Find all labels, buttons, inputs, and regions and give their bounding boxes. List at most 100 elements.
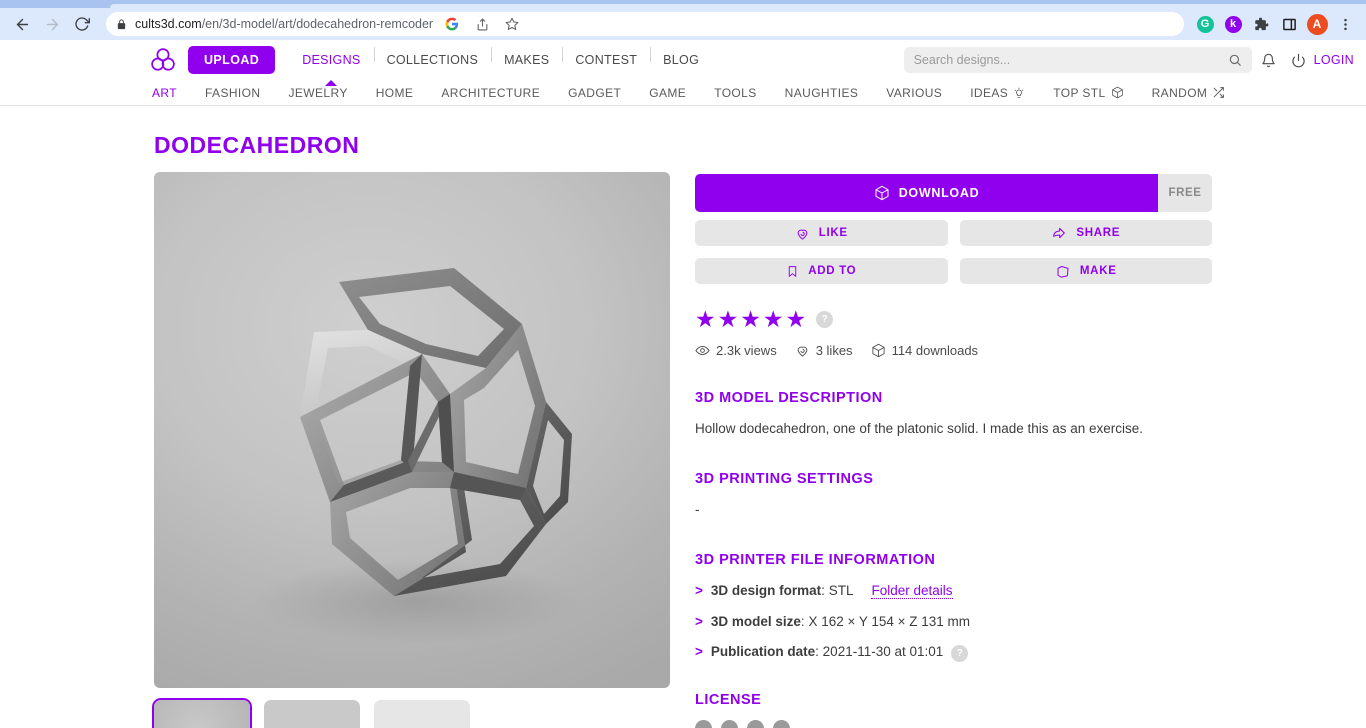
browser-toolbar: cults3d.com/en/3d-model/art/dodecahedron… — [0, 8, 1366, 40]
eye-icon — [695, 343, 710, 358]
category-ideas[interactable]: IDEAS — [956, 86, 1039, 100]
search-input[interactable] — [913, 53, 1228, 67]
category-random[interactable]: RANDOM — [1138, 86, 1240, 100]
back-button[interactable] — [8, 10, 36, 38]
folder-details-link[interactable]: Folder details — [871, 583, 953, 599]
star-icon[interactable]: ★ — [695, 308, 716, 331]
share-label: SHARE — [1076, 227, 1121, 239]
site-header: UPLOAD DESIGNS COLLECTIONS MAKES CONTEST… — [0, 40, 1366, 80]
category-gadget[interactable]: GADGET — [554, 86, 635, 100]
category-game[interactable]: GAME — [635, 86, 700, 100]
nav-makes[interactable]: MAKES — [491, 47, 562, 67]
cults3d-logo[interactable] — [148, 45, 178, 75]
puzzle-extensions-icon[interactable] — [1248, 11, 1274, 37]
info-design-format-text: 3D design format: STL — [711, 583, 854, 598]
shuffle-icon — [1212, 86, 1225, 99]
star-icon[interactable]: ★ — [740, 308, 761, 331]
info-publication-date-text: Publication date: 2021-11-30 at 01:01 — [711, 644, 943, 659]
thumbnail-2[interactable] — [264, 700, 360, 728]
model-detail: DOWNLOAD FREE LIKE SHARE ADD TO MAKE ★ ★… — [695, 172, 1212, 728]
star-rating[interactable]: ★ ★ ★ ★ ★ — [695, 308, 806, 331]
printing-settings-body: - — [695, 501, 700, 517]
share-icon[interactable] — [471, 13, 493, 35]
nav-contest[interactable]: CONTEST — [562, 47, 650, 67]
google-lens-icon[interactable] — [441, 13, 463, 35]
star-icon[interactable]: ★ — [786, 308, 807, 331]
download-button[interactable]: DOWNLOAD — [695, 174, 1158, 212]
url-path: /en/3d-model/art/dodecahedron-remcoder — [201, 17, 434, 31]
dodecahedron-render — [251, 268, 581, 644]
thumbnail-1-image — [154, 700, 250, 728]
category-art[interactable]: ART — [152, 86, 191, 100]
share-button[interactable]: SHARE — [959, 220, 1212, 246]
nav-blog[interactable]: BLOG — [650, 47, 712, 67]
cube-icon — [1111, 86, 1124, 99]
info-label: 3D model size — [710, 613, 801, 629]
stat-views-label: 2.3k views — [716, 343, 777, 358]
info-model-size: > 3D model size: X 162 × Y 154 × Z 131 m… — [695, 614, 1212, 629]
rating-help-badge[interactable]: ? — [816, 311, 834, 328]
bookmark-star-icon[interactable] — [501, 13, 523, 35]
license-badge-icon — [695, 719, 712, 728]
heart-pin-icon — [795, 343, 810, 358]
category-label: NAUGHTIES — [784, 85, 859, 100]
add-to-button[interactable]: ADD TO — [695, 258, 948, 284]
stat-likes: 3 likes — [795, 343, 853, 358]
header-right-group: LOGIN — [903, 40, 1366, 80]
login-link[interactable]: LOGIN — [1314, 53, 1354, 67]
sidepanel-icon[interactable] — [1276, 11, 1302, 37]
main-nav: DESIGNS COLLECTIONS MAKES CONTEST BLOG — [289, 47, 712, 67]
thumbnail-1[interactable] — [154, 700, 250, 728]
active-browser-tab[interactable] — [110, 4, 1366, 8]
like-button[interactable]: LIKE — [695, 220, 948, 246]
three-dot-menu-icon[interactable] — [1332, 11, 1358, 37]
grammarly-extension-icon[interactable]: G — [1192, 11, 1218, 37]
info-label: Publication date — [710, 643, 816, 659]
reload-button[interactable] — [68, 10, 96, 38]
category-naughties[interactable]: NAUGHTIES — [771, 86, 873, 100]
star-icon[interactable]: ★ — [763, 308, 784, 331]
category-tools[interactable]: TOOLS — [700, 86, 770, 100]
category-jewelry[interactable]: JEWELRY — [274, 86, 361, 100]
notifications-bell-icon[interactable] — [1256, 47, 1282, 73]
category-various[interactable]: VARIOUS — [872, 86, 956, 100]
address-bar[interactable]: cults3d.com/en/3d-model/art/dodecahedron… — [106, 12, 1184, 36]
thumbnail-3[interactable] — [374, 700, 470, 728]
nav-collections[interactable]: COLLECTIONS — [373, 47, 492, 67]
forward-button[interactable] — [38, 10, 66, 38]
chevron-icon: > — [695, 613, 703, 629]
search-box[interactable] — [903, 47, 1252, 73]
content-row: DOWNLOAD FREE LIKE SHARE ADD TO MAKE ★ ★… — [154, 172, 1366, 728]
file-information-heading: 3D PRINTER FILE INFORMATION — [695, 551, 936, 568]
browser-tab-strip[interactable] — [0, 0, 1366, 8]
search-icon[interactable] — [1228, 53, 1242, 67]
category-top-stl[interactable]: TOP STL — [1039, 86, 1137, 100]
main-model-image[interactable] — [154, 172, 670, 688]
category-architecture[interactable]: ARCHITECTURE — [427, 86, 554, 100]
category-home[interactable]: HOME — [362, 86, 428, 100]
star-icon[interactable]: ★ — [718, 308, 739, 331]
like-label: LIKE — [818, 227, 848, 239]
nav-designs[interactable]: DESIGNS — [289, 53, 373, 67]
stats-row: 2.3k views 3 likes 114 downloads — [695, 343, 1212, 358]
upload-button[interactable]: UPLOAD — [188, 46, 276, 74]
chevron-icon: > — [695, 643, 703, 659]
stat-views: 2.3k views — [695, 343, 777, 358]
login-power-icon[interactable] — [1286, 47, 1312, 73]
category-label: RANDOM — [1151, 85, 1208, 100]
category-label: GAME — [649, 85, 687, 100]
stat-downloads-label: 114 downloads — [891, 343, 979, 358]
thumbnail-strip — [154, 700, 670, 728]
cube-icon — [874, 185, 890, 201]
category-fashion[interactable]: FASHION — [191, 86, 274, 100]
info-label: 3D design format — [710, 582, 822, 598]
make-button[interactable]: MAKE — [959, 258, 1212, 284]
thumbnail-2-image — [264, 700, 360, 728]
thumbnail-3-image — [374, 700, 470, 728]
avatar[interactable]: A — [1304, 11, 1330, 37]
publication-help-badge[interactable]: ? — [951, 644, 969, 662]
info-design-format: > 3D design format: STL Folder details — [695, 583, 1212, 599]
kanban-extension-icon[interactable]: k — [1220, 11, 1246, 37]
download-row: DOWNLOAD FREE — [695, 174, 1212, 212]
bookmark-icon — [786, 264, 799, 279]
